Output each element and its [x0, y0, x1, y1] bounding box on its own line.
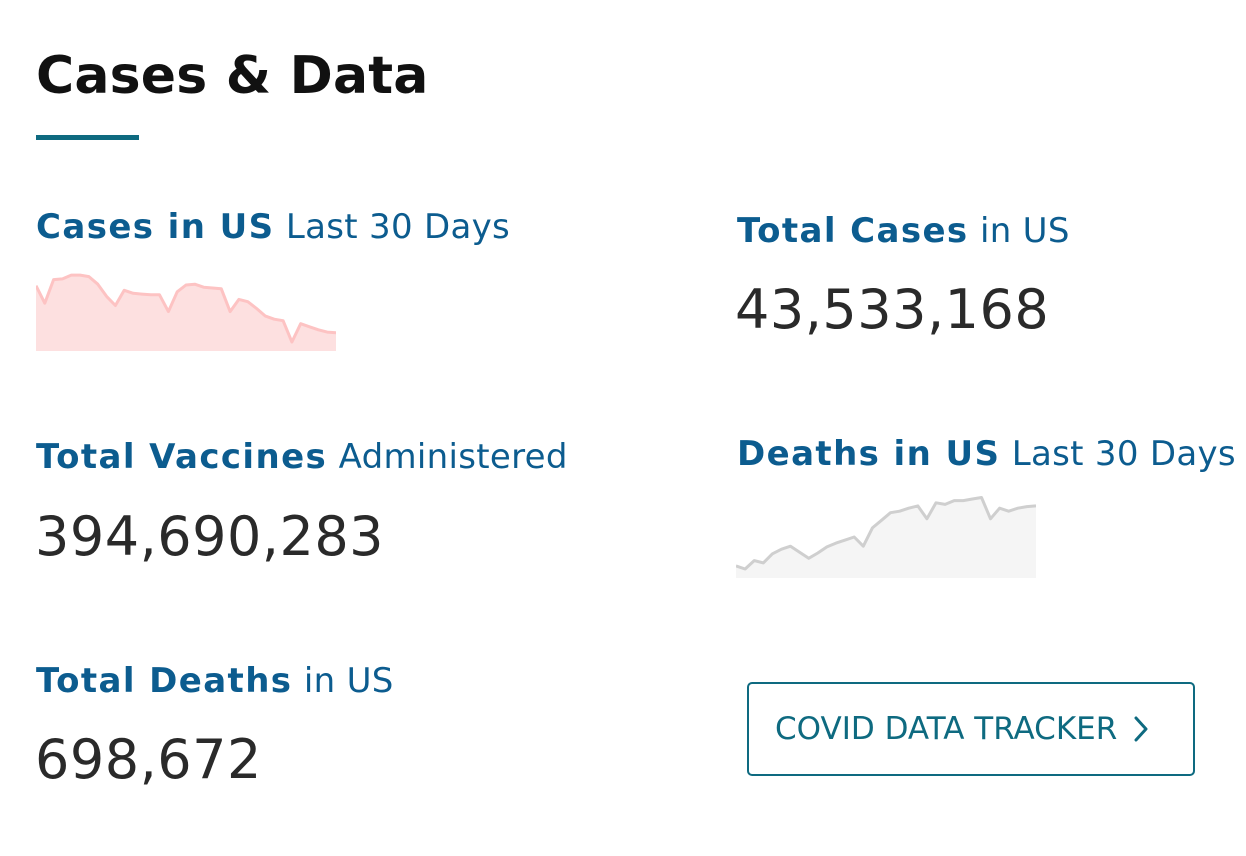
total-vaccines-label-strong: Total Vaccines: [36, 437, 328, 477]
total-cases-value: 43,533,168: [735, 278, 1050, 341]
total-vaccines-label-light: Administered: [338, 437, 568, 477]
covid-data-tracker-button-label: COVID DATA TRACKER: [775, 711, 1118, 747]
total-vaccines-label: Total Vaccines Administered: [36, 440, 568, 474]
total-cases-label-strong: Total Cases: [737, 211, 969, 251]
deaths-us-label: Deaths in US Last 30 Days: [737, 437, 1236, 471]
total-cases-label-light: in US: [979, 211, 1070, 251]
total-vaccines-value: 394,690,283: [35, 505, 385, 568]
title-underline: [36, 135, 139, 140]
deaths-us-sparkline: [736, 496, 1036, 578]
total-deaths-value: 698,672: [35, 728, 262, 791]
deaths-us-sparkline-area: [736, 497, 1036, 578]
covid-data-tracker-button[interactable]: COVID DATA TRACKER: [747, 682, 1195, 776]
chevron-right-icon: [1133, 715, 1149, 743]
deaths-us-label-strong: Deaths in US: [737, 434, 1001, 474]
total-deaths-label-light: in US: [303, 661, 394, 701]
cases-us-label: Cases in US Last 30 Days: [36, 210, 510, 244]
total-cases-label: Total Cases in US: [737, 214, 1070, 248]
total-deaths-label: Total Deaths in US: [36, 664, 394, 698]
cases-us-label-light: Last 30 Days: [285, 207, 511, 247]
section-title: Cases & Data: [36, 46, 429, 106]
total-deaths-label-strong: Total Deaths: [36, 661, 293, 701]
deaths-us-label-light: Last 30 Days: [1011, 434, 1236, 474]
cases-us-label-strong: Cases in US: [36, 207, 275, 247]
cases-us-sparkline: [36, 273, 336, 351]
